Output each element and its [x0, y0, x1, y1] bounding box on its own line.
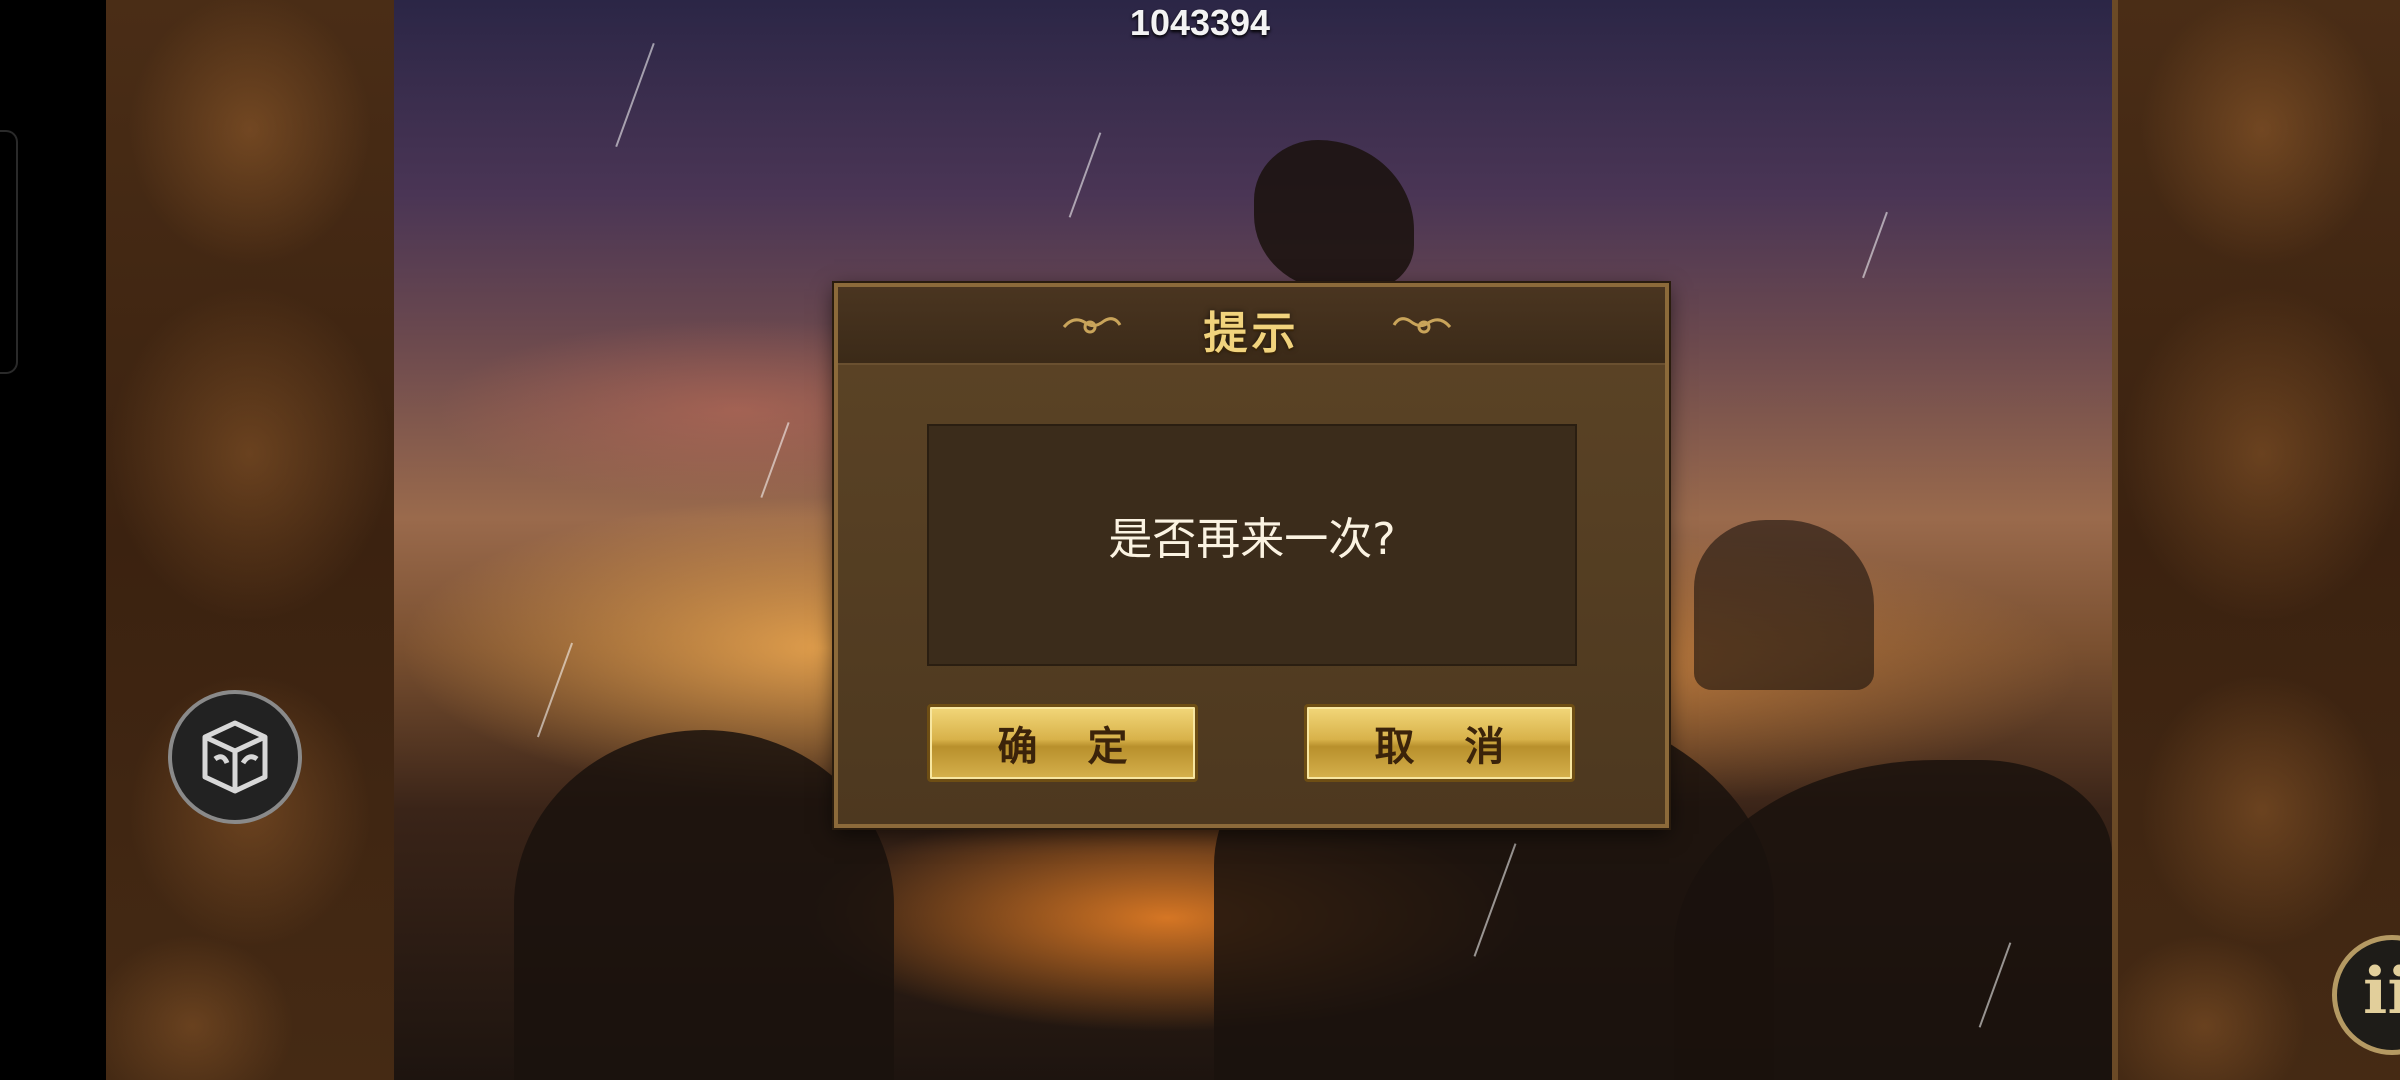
- screen-notch: [0, 130, 18, 374]
- retry-dialog: 提示 是否再来一次? 确 定 取 消: [834, 283, 1669, 828]
- dialog-header: 提示: [838, 287, 1665, 365]
- right-cloud-ornament-icon: [1392, 317, 1452, 334]
- dialog-title: 提示: [1203, 308, 1300, 359]
- cancel-button[interactable]: 取 消: [1304, 704, 1575, 782]
- left-black-bar: [0, 0, 106, 1080]
- cancel-button-label: 取 消: [1374, 724, 1523, 770]
- confirm-button-label: 确 定: [997, 724, 1146, 770]
- info-icon: ii: [2363, 954, 2400, 1029]
- left-ornament-panel: [106, 0, 400, 1080]
- right-ornament-panel: [2112, 0, 2400, 1080]
- menu-button[interactable]: [168, 690, 302, 824]
- confirm-button[interactable]: 确 定: [927, 704, 1198, 782]
- score-counter: 1043394: [1129, 2, 1271, 43]
- dialog-message: 是否再来一次?: [1108, 514, 1396, 565]
- message-box: 是否再来一次?: [927, 424, 1577, 666]
- sealed-box-icon: [202, 720, 268, 794]
